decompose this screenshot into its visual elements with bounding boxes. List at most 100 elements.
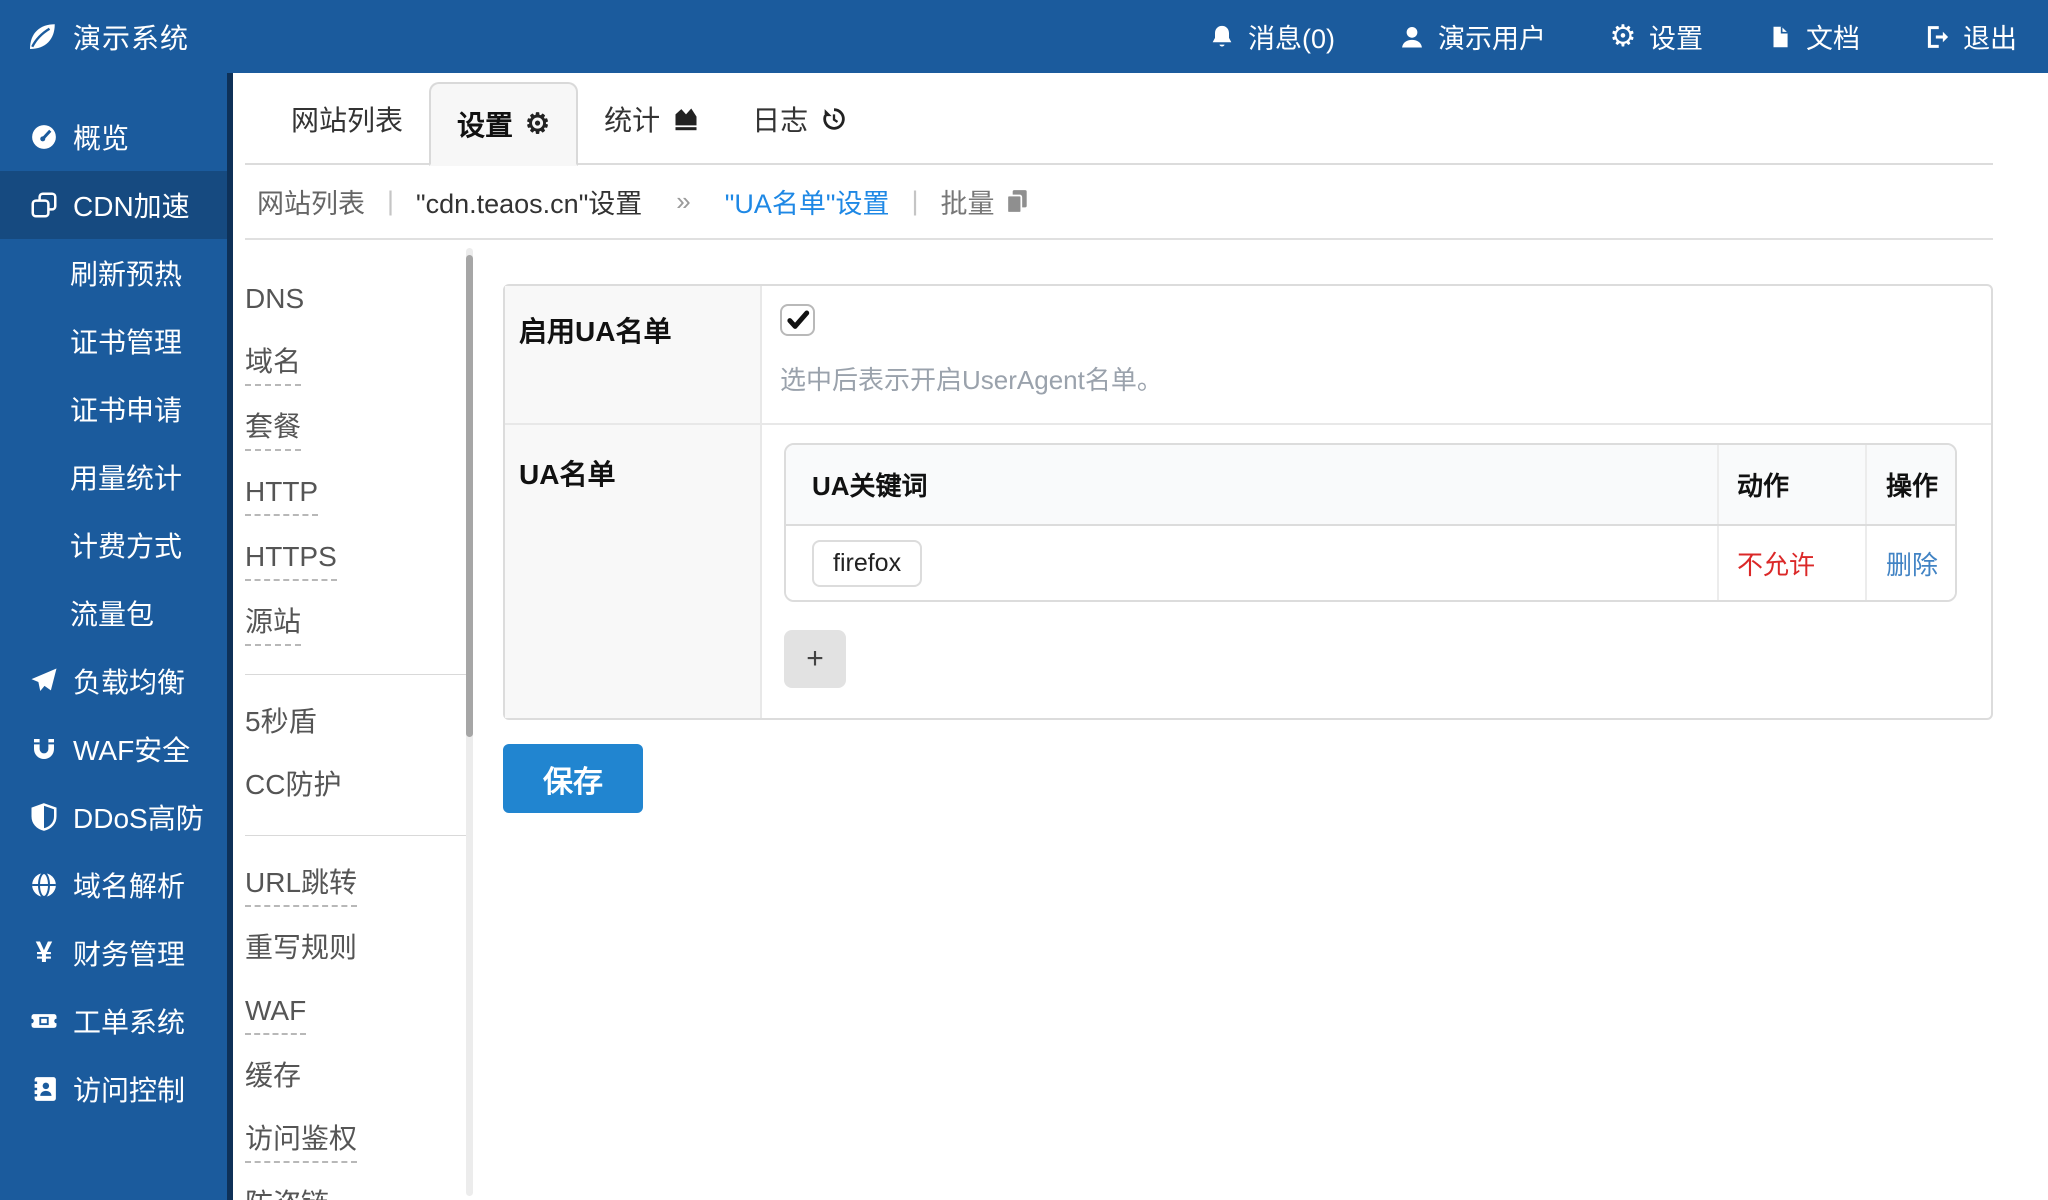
file-icon bbox=[1765, 22, 1795, 52]
submenu-item-dns[interactable]: DNS bbox=[245, 282, 478, 321]
tab-logs[interactable]: 日志 bbox=[726, 73, 874, 165]
sidebar-item-cdn[interactable]: CDN加速 bbox=[0, 171, 227, 239]
keyword-cell: firefox bbox=[786, 526, 1717, 600]
submenu-item-https[interactable]: HTTPS bbox=[245, 540, 478, 581]
sidebar-item-label: 证书管理 bbox=[70, 321, 182, 361]
yen-icon: ¥ bbox=[28, 937, 60, 969]
tab-label: 统计 bbox=[604, 99, 660, 139]
sidebar-item-label: 负载均衡 bbox=[73, 661, 185, 701]
sidebar-item-cert-manage[interactable]: 证书管理 bbox=[0, 307, 227, 375]
enable-ua-row: 启用UA名单 选中后表示开启UserAgent名单。 bbox=[505, 286, 1991, 423]
sidebar-item-refresh-preheat[interactable]: 刷新预热 bbox=[0, 239, 227, 307]
main-content: 网站列表 设置 ⚙ 统计 日志 bbox=[233, 73, 2048, 1200]
check-icon bbox=[783, 306, 813, 334]
submenu-item-access-auth[interactable]: 访问鉴权 bbox=[245, 1122, 478, 1163]
sidebar-item-access-control[interactable]: 访问控制 bbox=[0, 1055, 227, 1123]
chart-area-icon bbox=[672, 105, 700, 133]
breadcrumb-separator: | bbox=[911, 186, 918, 217]
breadcrumb-site-settings[interactable]: "cdn.teaos.cn"设置 bbox=[416, 182, 642, 221]
submenu-item-plan[interactable]: 套餐 bbox=[245, 410, 478, 451]
submenu-item-url-redirect[interactable]: URL跳转 bbox=[245, 866, 478, 907]
breadcrumb-current[interactable]: "UA名单"设置 bbox=[725, 182, 890, 221]
enable-ua-hint: 选中后表示开启UserAgent名单。 bbox=[780, 360, 1971, 423]
messages-button[interactable]: 消息(0) bbox=[1207, 17, 1335, 56]
tab-settings[interactable]: 设置 ⚙ bbox=[429, 82, 578, 166]
batch-button[interactable]: 批量 bbox=[940, 182, 1030, 221]
sidebar-item-overview[interactable]: 概览 bbox=[0, 103, 227, 171]
leaf-icon bbox=[24, 19, 60, 55]
settings-button[interactable]: ⚙ 设置 bbox=[1608, 17, 1703, 56]
submenu-divider bbox=[245, 674, 466, 675]
sidebar: 概览 CDN加速 刷新预热 证书管理 证书申请 用量统计 计费方式 bbox=[0, 73, 233, 1200]
table-header-row: UA关键词 动作 操作 bbox=[786, 445, 1955, 526]
submenu-item-cache[interactable]: 缓存 bbox=[245, 1059, 478, 1098]
save-button[interactable]: 保存 bbox=[503, 744, 643, 813]
sidebar-item-dns-resolve[interactable]: 域名解析 bbox=[0, 851, 227, 919]
sidebar-item-load-balance[interactable]: 负载均衡 bbox=[0, 647, 227, 715]
sidebar-item-traffic-package[interactable]: 流量包 bbox=[0, 579, 227, 647]
breadcrumb-separator: | bbox=[387, 186, 394, 217]
sidebar-item-label: 财务管理 bbox=[73, 933, 185, 973]
brand[interactable]: 演示系统 bbox=[0, 17, 189, 57]
tab-label: 设置 bbox=[457, 104, 513, 144]
messages-label: 消息(0) bbox=[1248, 17, 1335, 56]
logout-label: 退出 bbox=[1963, 17, 2017, 56]
batch-label: 批量 bbox=[940, 182, 994, 221]
sidebar-item-billing-method[interactable]: 计费方式 bbox=[0, 511, 227, 579]
tab-label: 网站列表 bbox=[291, 99, 403, 139]
sidebar-item-tickets[interactable]: 工单系统 bbox=[0, 987, 227, 1055]
submenu-scrollbar[interactable] bbox=[466, 248, 473, 1196]
ua-list-field: UA关键词 动作 操作 firefox 不允许 bbox=[762, 425, 1991, 718]
submenu-item-5s-shield[interactable]: 5秒盾 bbox=[245, 705, 478, 744]
id-card-icon bbox=[28, 1073, 60, 1105]
docs-button[interactable]: 文档 bbox=[1765, 17, 1860, 56]
submenu-item-cc-protect[interactable]: CC防护 bbox=[245, 768, 478, 807]
keyword-tag[interactable]: firefox bbox=[812, 540, 922, 587]
breadcrumb-site-list[interactable]: 网站列表 bbox=[257, 182, 365, 221]
history-icon bbox=[820, 105, 848, 133]
tab-stats[interactable]: 统计 bbox=[578, 73, 726, 165]
clone-icon bbox=[28, 189, 60, 221]
submenu-item-rewrite-rules[interactable]: 重写规则 bbox=[245, 931, 478, 970]
sidebar-item-label: 计费方式 bbox=[70, 525, 182, 565]
sidebar-item-usage-stats[interactable]: 用量统计 bbox=[0, 443, 227, 511]
enable-ua-checkbox[interactable] bbox=[780, 304, 815, 336]
dashboard-icon bbox=[28, 121, 60, 153]
header-action: 动作 bbox=[1717, 445, 1865, 524]
submenu-item-origin[interactable]: 源站 bbox=[245, 605, 478, 646]
user-button[interactable]: 演示用户 bbox=[1397, 17, 1546, 56]
sidebar-item-waf[interactable]: WAF安全 bbox=[0, 715, 227, 783]
submenu-item-http[interactable]: HTTP bbox=[245, 475, 478, 516]
header-operation: 操作 bbox=[1865, 445, 1955, 524]
tab-site-list[interactable]: 网站列表 bbox=[265, 73, 429, 165]
docs-label: 文档 bbox=[1806, 17, 1860, 56]
submenu-item-domain[interactable]: 域名 bbox=[245, 345, 478, 386]
sidebar-item-label: 证书申请 bbox=[70, 389, 182, 429]
ua-form: 启用UA名单 选中后表示开启UserAgent名单。 UA名单 bbox=[478, 240, 1993, 1200]
shield-icon bbox=[28, 801, 60, 833]
ticket-icon bbox=[28, 1005, 60, 1037]
breadcrumb: 网站列表 | "cdn.teaos.cn"设置 » "UA名单"设置 | 批量 bbox=[245, 165, 1993, 240]
app-window: 演示系统 消息(0) 演示用户 bbox=[0, 0, 2048, 1200]
action-value: 不允许 bbox=[1737, 545, 1815, 582]
sidebar-item-finance[interactable]: ¥ 财务管理 bbox=[0, 919, 227, 987]
submenu-scrollbar-thumb[interactable] bbox=[466, 255, 473, 737]
submenu-item-waf[interactable]: WAF bbox=[245, 994, 478, 1035]
delete-link[interactable]: 删除 bbox=[1886, 545, 1938, 582]
copy-icon bbox=[1004, 188, 1030, 216]
operation-cell: 删除 bbox=[1865, 526, 1955, 600]
logout-button[interactable]: 退出 bbox=[1922, 17, 2017, 56]
action-cell: 不允许 bbox=[1717, 526, 1865, 600]
sidebar-item-label: 访问控制 bbox=[73, 1069, 185, 1109]
ua-keyword-table: UA关键词 动作 操作 firefox 不允许 bbox=[784, 443, 1957, 602]
sidebar-item-label: 概览 bbox=[73, 117, 129, 157]
ua-list-row: UA名单 UA关键词 动作 操作 firefox bbox=[505, 423, 1991, 718]
submenu-item-hotlink-protect[interactable]: 防盗链 bbox=[245, 1187, 478, 1200]
app-title: 演示系统 bbox=[73, 17, 189, 57]
add-keyword-button[interactable]: + bbox=[784, 630, 846, 688]
sidebar-item-ddos[interactable]: DDoS高防 bbox=[0, 783, 227, 851]
settings-label: 设置 bbox=[1649, 17, 1703, 56]
bell-icon bbox=[1207, 22, 1237, 52]
sidebar-item-label: 工单系统 bbox=[73, 1001, 185, 1041]
sidebar-item-cert-apply[interactable]: 证书申请 bbox=[0, 375, 227, 443]
